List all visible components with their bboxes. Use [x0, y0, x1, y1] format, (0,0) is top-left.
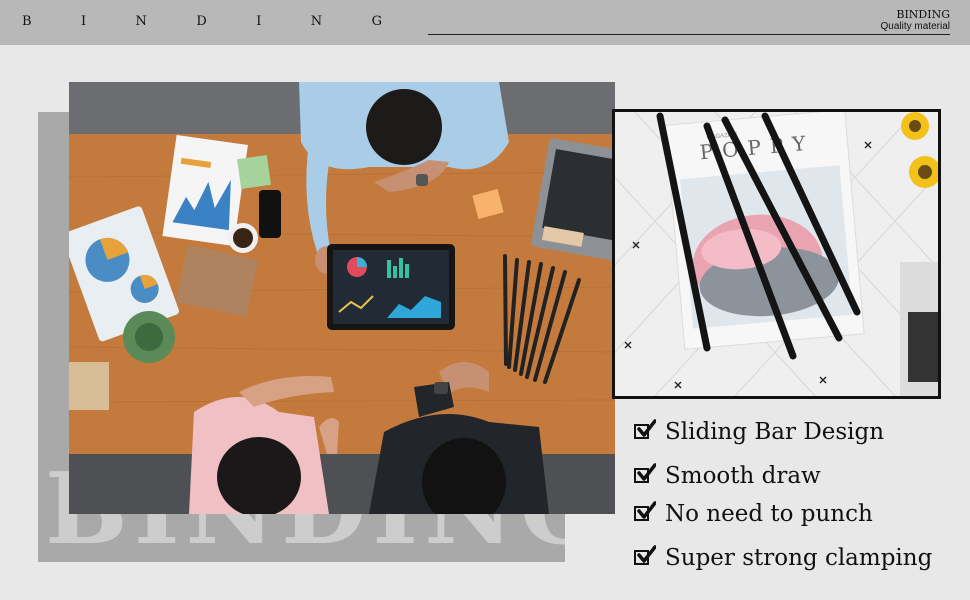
header-divider — [428, 34, 950, 35]
checkmark-box-icon — [634, 463, 656, 487]
feature-item: Super strong clamping — [634, 543, 932, 573]
brand-letter: N — [135, 14, 147, 29]
brand-subtitle: Quality material — [880, 21, 950, 32]
feature-label: Smooth draw — [665, 463, 821, 489]
meeting-table-illustration — [69, 82, 615, 514]
checkmark-box-icon — [634, 501, 656, 525]
brand-title: BINDING — [896, 8, 950, 21]
binding-bars-photo: MAGAZINE POPPY — [615, 112, 938, 396]
feature-label: Super strong clamping — [665, 545, 933, 571]
brand-letter: I — [256, 14, 262, 29]
feature-item: Smooth draw — [634, 461, 821, 491]
checkmark-box-icon — [634, 545, 656, 569]
brand-letter: G — [371, 14, 382, 29]
checkmark-box-icon — [634, 419, 656, 443]
brand-letter: I — [80, 14, 87, 29]
binding-bars-illustration: MAGAZINE POPPY — [615, 112, 938, 396]
spaced-brand-letters: B I N D I N G — [22, 14, 382, 30]
feature-item: Sliding Bar Design — [634, 417, 884, 447]
brand-letter: N — [310, 14, 323, 29]
meeting-table-photo — [69, 82, 615, 514]
product-photo-frame: MAGAZINE POPPY — [612, 109, 941, 399]
brand-letter: B — [22, 14, 32, 29]
brand-block: BINDING Quality material — [881, 8, 950, 33]
feature-item: No need to punch — [634, 499, 873, 529]
top-banner: B I N D I N G BINDING Quality material — [0, 0, 970, 45]
brand-letter: D — [196, 14, 207, 29]
feature-label: Sliding Bar Design — [665, 419, 885, 445]
feature-label: No need to punch — [665, 501, 873, 527]
